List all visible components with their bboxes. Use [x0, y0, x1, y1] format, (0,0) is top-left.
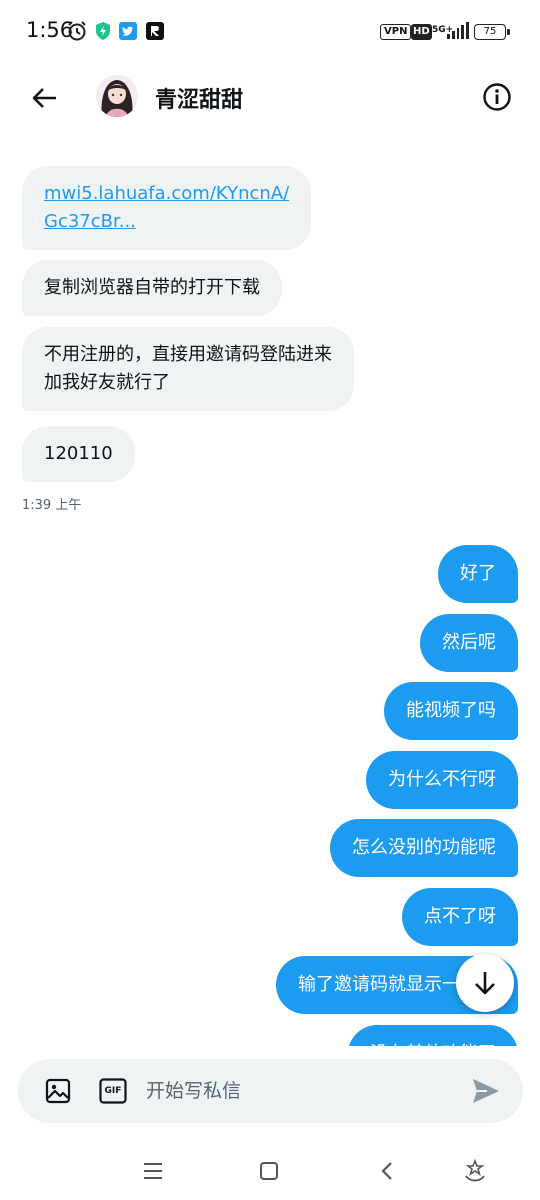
message-input[interactable] [146, 1073, 446, 1109]
menu-icon [144, 1163, 162, 1179]
recent-apps-button[interactable] [138, 1156, 168, 1186]
signal-icon [447, 21, 469, 39]
info-button[interactable] [480, 80, 514, 114]
message-timestamp: 1:39 上午 [22, 498, 82, 513]
message-outgoing[interactable]: 没有其他功能了 [348, 1025, 518, 1046]
conversation-header: 青涩甜甜 [0, 62, 540, 134]
assistant-button[interactable] [460, 1156, 490, 1186]
message-composer: GIF [18, 1059, 523, 1123]
app-icon [146, 20, 164, 42]
arrow-left-icon [32, 88, 56, 108]
battery-cap [507, 29, 510, 35]
image-icon [45, 1078, 71, 1104]
avatar[interactable] [96, 75, 138, 117]
message-incoming[interactable]: 120110 [22, 426, 135, 482]
image-button[interactable] [44, 1077, 72, 1105]
chevron-left-icon [381, 1162, 392, 1180]
message-outgoing[interactable]: 能视频了吗 [384, 682, 518, 740]
twitter-icon [119, 20, 137, 42]
status-bar: 1:56 VPN HD 5G+ 75 [0, 0, 540, 62]
send-button[interactable] [470, 1076, 502, 1106]
message-incoming-multiline[interactable]: 不用注册的，直接用邀请码登陆进来 加我好友就行了 [22, 327, 354, 411]
contact-name[interactable]: 青涩甜甜 [155, 82, 243, 114]
system-navigation-bar [0, 1140, 540, 1200]
message-incoming-link[interactable]: mwi5.lahuafa.com/KYncnA/ Gc37cBr... [22, 166, 312, 250]
shield-icon [94, 20, 112, 42]
message-outgoing[interactable]: 好了 [438, 545, 518, 603]
message-link-line2[interactable]: Gc37cBr... [44, 208, 289, 236]
message-outgoing[interactable]: 然后呢 [420, 614, 518, 672]
message-outgoing[interactable]: 怎么没别的功能呢 [330, 819, 518, 877]
gif-button[interactable]: GIF [99, 1078, 127, 1104]
home-button[interactable] [254, 1156, 284, 1186]
back-button[interactable] [26, 80, 62, 116]
hd-badge: HD [411, 24, 432, 40]
message-line1: 不用注册的，直接用邀请码登陆进来 [44, 344, 332, 365]
assistant-icon [465, 1158, 485, 1182]
info-circle-icon [483, 83, 511, 111]
message-incoming[interactable]: 复制浏览器自带的打开下载 [22, 260, 282, 316]
message-outgoing[interactable]: 点不了呀 [402, 888, 518, 946]
message-link-line1[interactable]: mwi5.lahuafa.com/KYncnA/ [44, 180, 289, 208]
system-back-button[interactable] [372, 1156, 402, 1186]
scroll-to-bottom-button[interactable] [456, 954, 514, 1012]
message-list[interactable]: mwi5.lahuafa.com/KYncnA/ Gc37cBr... 复制浏览… [0, 134, 540, 1046]
send-icon [473, 1079, 499, 1103]
arrow-down-icon [475, 972, 495, 995]
battery-icon: 75 [474, 24, 506, 40]
alarm-icon [66, 20, 88, 42]
gif-label: GIF [104, 1086, 122, 1096]
message-line2: 加我好友就行了 [44, 372, 170, 393]
vpn-badge: VPN [380, 24, 412, 40]
message-outgoing[interactable]: 为什么不行呀 [366, 751, 518, 809]
square-icon [260, 1162, 278, 1180]
